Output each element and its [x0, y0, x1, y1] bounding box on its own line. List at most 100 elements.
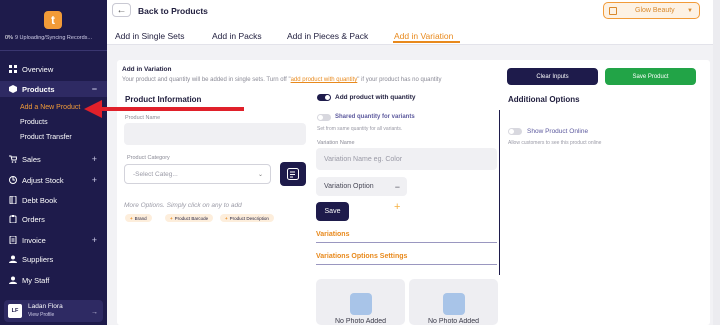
tabs-divider [107, 44, 720, 45]
annotation-arrow-head [84, 100, 102, 118]
sync-percent: 0% [5, 35, 13, 41]
profile-name: Ladan Flora [28, 303, 63, 310]
chip-label: Brand [134, 215, 147, 221]
column-divider [499, 110, 500, 275]
add-category-button[interactable] [280, 162, 306, 186]
minus-icon[interactable]: − [395, 182, 400, 192]
variations-heading[interactable]: Variations [316, 231, 349, 238]
photo-placeholder[interactable]: No Photo Added [409, 279, 498, 325]
sidebar-item-adjust-stock[interactable]: Adjust Stock + [0, 172, 107, 188]
image-icon [443, 293, 465, 315]
chip-product-description[interactable]: + Product Description [220, 214, 274, 222]
tab-variation[interactable]: Add in Variation [394, 31, 453, 41]
sidebar-item-label: Overview [22, 64, 54, 74]
sidebar-item-sales[interactable]: Sales + [0, 151, 107, 167]
variation-options-settings-heading[interactable]: Variations Options Settings [316, 253, 407, 260]
collapse-icon[interactable]: − [92, 84, 97, 94]
save-variation-button[interactable]: Save [316, 202, 349, 221]
grid-icon [9, 65, 17, 73]
product-category-select[interactable]: -Select Categ... ⌄ [124, 164, 271, 184]
sidebar-item-overview[interactable]: Overview [0, 61, 107, 77]
form-description: Your product and quantity will be added … [122, 77, 441, 83]
sidebar-item-orders[interactable]: Orders [0, 211, 107, 227]
invoice-icon [9, 236, 17, 244]
scrollbar[interactable] [713, 0, 720, 325]
product-category-label: Product Category [127, 155, 170, 161]
expand-icon[interactable]: + [92, 175, 97, 185]
plus-icon: + [170, 215, 173, 221]
add-option-icon[interactable]: + [394, 201, 400, 213]
app-logo: t [44, 11, 62, 29]
photo-caption: No Photo Added [335, 318, 386, 325]
staff-icon [9, 276, 17, 284]
tab-single-sets[interactable]: Add in Single Sets [115, 31, 184, 41]
plus-icon: + [225, 215, 228, 221]
users-icon [9, 255, 17, 263]
user-profile[interactable]: LF Ladan Flora View Profile → [4, 300, 103, 322]
sync-text: 9 Uploading/Syncing Records... [14, 35, 92, 41]
variation-option-field[interactable]: Variation Option − [316, 177, 407, 196]
photo-caption: No Photo Added [428, 318, 479, 325]
view-profile-link[interactable]: View Profile [28, 311, 63, 319]
back-button[interactable]: ← [112, 3, 131, 17]
book-icon [9, 196, 17, 204]
sidebar-item-label: Suppliers [22, 254, 54, 264]
box-icon [9, 85, 17, 93]
product-name-label: Product Name [125, 115, 161, 121]
chip-product-barcode[interactable]: + Product Barcode [165, 214, 214, 222]
shared-quantity-toggle[interactable] [317, 114, 331, 121]
back-label[interactable]: Back to Products [138, 6, 208, 16]
store-icon [609, 6, 617, 15]
variation-option-label: Variation Option [324, 183, 374, 190]
sidebar-item-label: Orders [22, 214, 45, 224]
expand-icon[interactable]: + [92, 235, 97, 245]
photo-placeholder[interactable]: No Photo Added [316, 279, 405, 325]
show-online-desc: Allow customers to see this product onli… [508, 140, 602, 146]
plus-icon: + [130, 215, 133, 221]
chevron-down-icon: ⌄ [257, 171, 263, 178]
clear-inputs-button[interactable]: Clear Inputs [507, 68, 598, 85]
add-with-quantity-toggle[interactable] [317, 94, 331, 101]
variation-name-input[interactable]: Variation Name eg. Color [316, 148, 497, 170]
expand-icon[interactable]: + [92, 154, 97, 164]
sidebar-item-invoice[interactable]: Invoice + [0, 232, 107, 248]
sidebar-subitem-products[interactable]: Products [20, 119, 48, 126]
chevron-down-icon: ▼ [687, 7, 693, 14]
store-selector[interactable]: Glow Beauty ▼ [603, 2, 700, 19]
save-product-button[interactable]: Save Product [605, 68, 696, 85]
chip-label: Product Barcode [174, 215, 209, 221]
annotation-arrow-shaft [100, 107, 244, 111]
variation-name-placeholder: Variation Name eg. Color [324, 155, 403, 163]
add-with-quantity-link[interactable]: add product with quantity [291, 77, 358, 83]
add-with-quantity-label: Add product with quantity [335, 94, 416, 101]
desc-text: Your product and quantity will be added … [122, 77, 291, 83]
tab-packs[interactable]: Add in Packs [212, 31, 262, 41]
tab-pieces-pack[interactable]: Add in Pieces & Pack [287, 31, 368, 41]
sidebar-item-suppliers[interactable]: Suppliers [0, 251, 107, 267]
sidebar-subitem-add-new-product[interactable]: Add a New Product [20, 104, 80, 111]
clipboard-icon [9, 215, 17, 223]
logout-icon[interactable]: → [91, 309, 98, 316]
sidebar-item-products[interactable]: Products − [0, 81, 107, 97]
sidebar-item-my-staff[interactable]: My Staff [0, 272, 107, 288]
shared-quantity-desc: Set from same quantity for all variants. [317, 126, 403, 132]
show-online-label: Show Product Online [527, 128, 589, 135]
sidebar-item-label: Debt Book [22, 195, 58, 205]
variations-underline [316, 242, 497, 243]
shared-quantity-label: Shared quantity for variants [335, 114, 415, 120]
sidebar-item-label: Sales [22, 154, 41, 164]
sliders-icon [9, 176, 17, 184]
sidebar-subitem-product-transfer[interactable]: Product Transfer [20, 134, 72, 141]
sidebar: t 0% 9 Uploading/Syncing Records... Overv… [0, 0, 107, 325]
sidebar-divider [0, 50, 107, 51]
avatar: LF [8, 304, 22, 318]
chip-label: Product Description [229, 215, 269, 221]
show-online-toggle[interactable] [508, 128, 522, 135]
additional-options-heading: Additional Options [508, 95, 580, 104]
image-icon [350, 293, 372, 315]
chip-brand[interactable]: + Brand [125, 214, 152, 222]
sidebar-item-debt-book[interactable]: Debt Book [0, 192, 107, 208]
product-name-input[interactable] [124, 123, 306, 145]
active-tab-indicator [393, 41, 460, 43]
sidebar-item-label: Invoice [22, 235, 46, 245]
